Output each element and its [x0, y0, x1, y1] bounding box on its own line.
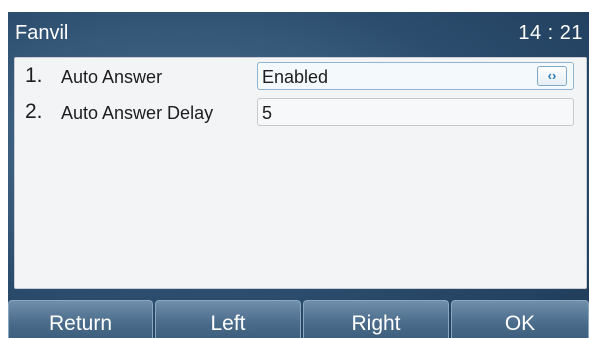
auto-answer-value: Enabled — [262, 67, 329, 87]
left-softkey[interactable]: Left — [155, 300, 301, 338]
auto-answer-delay-label: Auto Answer Delay — [61, 103, 214, 123]
auto-answer-delay-value: 5 — [262, 103, 273, 123]
brand-title: Fanvil — [15, 22, 69, 44]
return-softkey[interactable]: Return — [8, 300, 153, 338]
setting-row-auto-answer-delay[interactable]: 2. Auto Answer Delay 5 — [15, 94, 586, 130]
softkey-bar: Return Left Right OK — [8, 300, 589, 338]
item-number: 1. — [25, 64, 43, 87]
phone-screen: Fanvil 14 : 21 1. Auto Answer Enabled ‹›… — [8, 12, 589, 338]
auto-answer-delay-input[interactable]: 5 — [257, 98, 574, 126]
switch-option-icon[interactable]: ‹› — [537, 66, 567, 86]
setting-row-auto-answer[interactable]: 1. Auto Answer Enabled ‹› — [15, 58, 586, 94]
ok-softkey[interactable]: OK — [451, 300, 589, 338]
clock: 14 : 21 — [518, 22, 583, 44]
settings-panel: 1. Auto Answer Enabled ‹› 2. Auto Answer… — [14, 57, 587, 289]
item-number: 2. — [25, 100, 43, 123]
right-softkey[interactable]: Right — [303, 300, 449, 338]
auto-answer-select[interactable]: Enabled ‹› — [257, 62, 574, 90]
auto-answer-label: Auto Answer — [61, 67, 163, 87]
status-bar: Fanvil 14 : 21 — [8, 12, 589, 56]
